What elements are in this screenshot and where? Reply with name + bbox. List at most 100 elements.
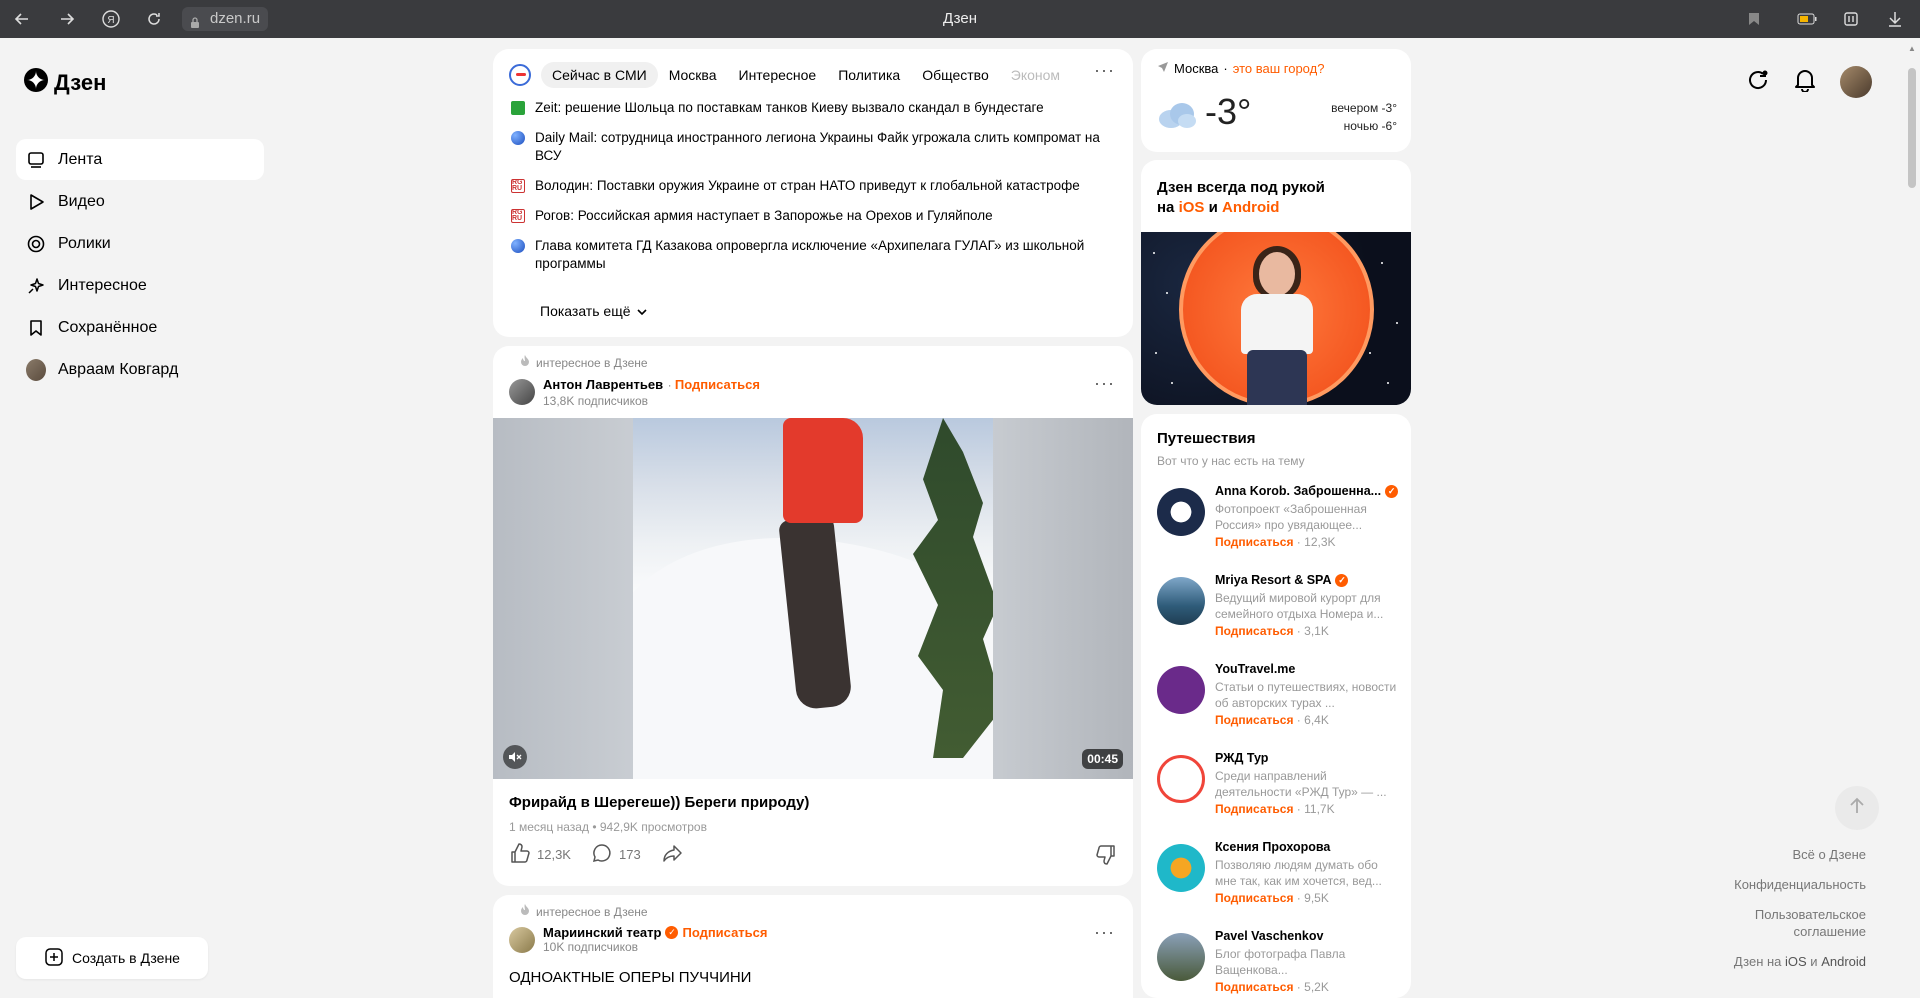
post-badge-text: интересное в Дзене bbox=[536, 904, 648, 919]
news-widget: Сейчас в СМИ Москва Интересное Политика … bbox=[493, 49, 1133, 337]
android-link[interactable]: Android bbox=[1222, 199, 1280, 216]
share-icon[interactable] bbox=[661, 842, 683, 867]
subscriber-count: 5,2K bbox=[1304, 980, 1329, 994]
channel-item[interactable]: Ксения Прохорова Позволяю людям думать о… bbox=[1157, 840, 1401, 929]
more-options-icon[interactable]: ··· bbox=[1094, 373, 1115, 394]
footer-about-link[interactable]: Всё о Дзене bbox=[1686, 846, 1866, 863]
channel-name: Ксения Прохорова bbox=[1215, 840, 1331, 854]
news-headline: Рогов: Российская армия наступает в Запо… bbox=[535, 208, 993, 223]
create-label: Создать в Дзене bbox=[72, 950, 180, 966]
channel-avatar bbox=[1157, 577, 1205, 625]
channel-item[interactable]: Mriya Resort & SPA ✓ Ведущий мировой куро… bbox=[1157, 573, 1401, 662]
like-count: 12,3K bbox=[537, 847, 571, 862]
comment-icon[interactable] bbox=[591, 842, 613, 867]
download-icon[interactable] bbox=[1885, 9, 1905, 29]
sidebar-item-feed[interactable]: Лента bbox=[16, 139, 264, 180]
subscribe-button[interactable]: Подписаться bbox=[1215, 980, 1293, 994]
channel-item[interactable]: YouTravel.me Статьи о путешествиях, ново… bbox=[1157, 662, 1401, 751]
tab-society[interactable]: Общество bbox=[911, 62, 1000, 88]
subscribe-button[interactable]: Подписаться bbox=[1215, 624, 1293, 638]
bookmark-icon[interactable] bbox=[1744, 9, 1764, 29]
channel-item[interactable]: Pavel Vaschenkov Блог фотографа Павла Ва… bbox=[1157, 929, 1401, 998]
channel-avatar bbox=[1157, 844, 1205, 892]
news-headline: Глава комитета ГД Казакова опровергла ис… bbox=[535, 238, 1085, 271]
subscribe-button[interactable]: Подписаться bbox=[1215, 891, 1293, 905]
widget-title[interactable]: Путешествия bbox=[1157, 430, 1256, 447]
mute-icon[interactable] bbox=[503, 745, 527, 769]
footer-terms-link[interactable]: Пользовательское соглашение bbox=[1686, 906, 1866, 940]
sidebar-item-saved[interactable]: Сохранённое bbox=[16, 307, 264, 348]
refresh-feed-icon[interactable] bbox=[1746, 68, 1770, 97]
tab-moscow[interactable]: Москва bbox=[658, 62, 728, 88]
subscribe-button[interactable]: Подписаться bbox=[1215, 535, 1293, 549]
channel-name: Mriya Resort & SPA bbox=[1215, 573, 1332, 587]
news-item[interactable]: Zeit: решение Шольца по поставкам танков… bbox=[511, 99, 1111, 117]
battery-icon[interactable] bbox=[1797, 9, 1817, 29]
comment-count: 173 bbox=[618, 847, 641, 862]
news-item[interactable]: Глава комитета ГД Казакова опровергла ис… bbox=[511, 237, 1111, 273]
channel-name: YouTravel.me bbox=[1215, 662, 1296, 676]
author-name[interactable]: Антон Лаврентьев bbox=[543, 377, 663, 392]
channel-item[interactable]: Anna Korob. Заброшенна... ✓ Фотопроект «З… bbox=[1157, 484, 1401, 573]
channel-desc: Фотопроект «Заброшенная Россия» про увяд… bbox=[1215, 502, 1367, 532]
channel-item[interactable]: РЖД Тур Среди направлений деятельности «… bbox=[1157, 751, 1401, 840]
chevron-down-icon bbox=[636, 303, 647, 319]
news-item[interactable]: Daily Mail: сотрудница иностранного леги… bbox=[511, 129, 1111, 165]
subscribe-button[interactable]: Подписаться bbox=[1215, 802, 1293, 816]
sidebar-item-label: Сохранённое bbox=[58, 318, 158, 336]
tab-politics[interactable]: Политика bbox=[827, 62, 911, 88]
footer-privacy-link[interactable]: Конфиденциальность bbox=[1686, 876, 1866, 893]
footer-links: Всё о Дзене Конфиденциальность Пользоват… bbox=[1686, 846, 1866, 983]
show-more-button[interactable]: Показать ещё bbox=[540, 303, 647, 319]
channel-desc: Среди направлений деятельности «РЖД Тур»… bbox=[1215, 769, 1387, 799]
post-title[interactable]: ОДНОАКТНЫЕ ОПЕРЫ ПУЧЧИНИ bbox=[509, 969, 751, 986]
like-icon[interactable] bbox=[509, 842, 531, 867]
tab-economy[interactable]: Эконом bbox=[1000, 62, 1071, 88]
scroll-to-top-button[interactable] bbox=[1835, 786, 1879, 830]
post-title[interactable]: Фрирайд в Шерегеше)) Береги природу) bbox=[509, 794, 809, 811]
tab-now-in-media[interactable]: Сейчас в СМИ bbox=[541, 62, 658, 88]
user-avatar[interactable] bbox=[1840, 66, 1872, 98]
news-item[interactable]: RG RU Володин: Поставки оружия Украине от… bbox=[511, 177, 1111, 195]
post-badge-text: интересное в Дзене bbox=[536, 355, 648, 370]
author-avatar[interactable] bbox=[509, 926, 535, 953]
channel-name: Pavel Vaschenkov bbox=[1215, 929, 1324, 943]
create-in-dzen-button[interactable]: Создать в Дзене bbox=[16, 937, 208, 979]
more-options-icon[interactable]: ··· bbox=[1094, 60, 1115, 81]
night-forecast: ночью -6° bbox=[1343, 119, 1397, 133]
app-promo[interactable]: Дзен всегда под рукой на iOS и Android bbox=[1141, 160, 1411, 405]
news-headline: Zeit: решение Шольца по поставкам танков… bbox=[535, 100, 1044, 115]
tab-interesting[interactable]: Интересное bbox=[728, 62, 828, 88]
dzen-logo[interactable]: Дзен bbox=[24, 68, 106, 98]
footer-android-link[interactable]: Android bbox=[1821, 954, 1866, 969]
news-item[interactable]: RG RU Рогов: Российская армия наступает в… bbox=[511, 207, 1111, 225]
page-scrollbar[interactable]: ▲ bbox=[1904, 38, 1920, 998]
subscribe-button[interactable]: Подписаться bbox=[682, 925, 767, 940]
ios-link[interactable]: iOS bbox=[1179, 199, 1205, 216]
change-city-link[interactable]: это ваш город? bbox=[1233, 61, 1325, 76]
subscribe-button[interactable]: Подписаться bbox=[675, 377, 760, 392]
sidebar-item-video[interactable]: Видео bbox=[16, 181, 264, 222]
sidebar-item-interesting[interactable]: Интересное bbox=[16, 265, 264, 306]
author-avatar[interactable] bbox=[509, 379, 535, 405]
sidebar-item-shorts[interactable]: Ролики bbox=[16, 223, 264, 264]
author-name[interactable]: Мариинский театр bbox=[543, 925, 661, 940]
weather-widget[interactable]: Москва · это ваш город? -3° вечером -3° … bbox=[1141, 49, 1411, 152]
subscriber-count: 6,4K bbox=[1304, 713, 1329, 727]
source-icon bbox=[511, 131, 525, 145]
scrollbar-thumb[interactable] bbox=[1908, 68, 1916, 188]
news-headline: Володин: Поставки оружия Украине от стра… bbox=[535, 178, 1080, 193]
post-actions: 12,3K 173 bbox=[509, 842, 683, 867]
subscribe-button[interactable]: Подписаться bbox=[1215, 713, 1293, 727]
video-player[interactable]: 00:45 bbox=[493, 418, 1133, 779]
more-options-icon[interactable]: ··· bbox=[1094, 922, 1115, 943]
channel-avatar bbox=[1157, 666, 1205, 714]
channel-avatar bbox=[1157, 755, 1205, 803]
footer-ios-link[interactable]: iOS bbox=[1785, 954, 1807, 969]
scroll-up-arrow-icon[interactable]: ▲ bbox=[1908, 44, 1916, 53]
dislike-icon[interactable] bbox=[1095, 844, 1117, 871]
author-row: Антон Лаврентьев · Подписаться 13,8K под… bbox=[509, 376, 760, 408]
bell-icon[interactable] bbox=[1794, 68, 1816, 97]
sidebar-item-profile[interactable]: Авраам Ковгард bbox=[16, 349, 264, 390]
extensions-icon[interactable] bbox=[1841, 9, 1861, 29]
